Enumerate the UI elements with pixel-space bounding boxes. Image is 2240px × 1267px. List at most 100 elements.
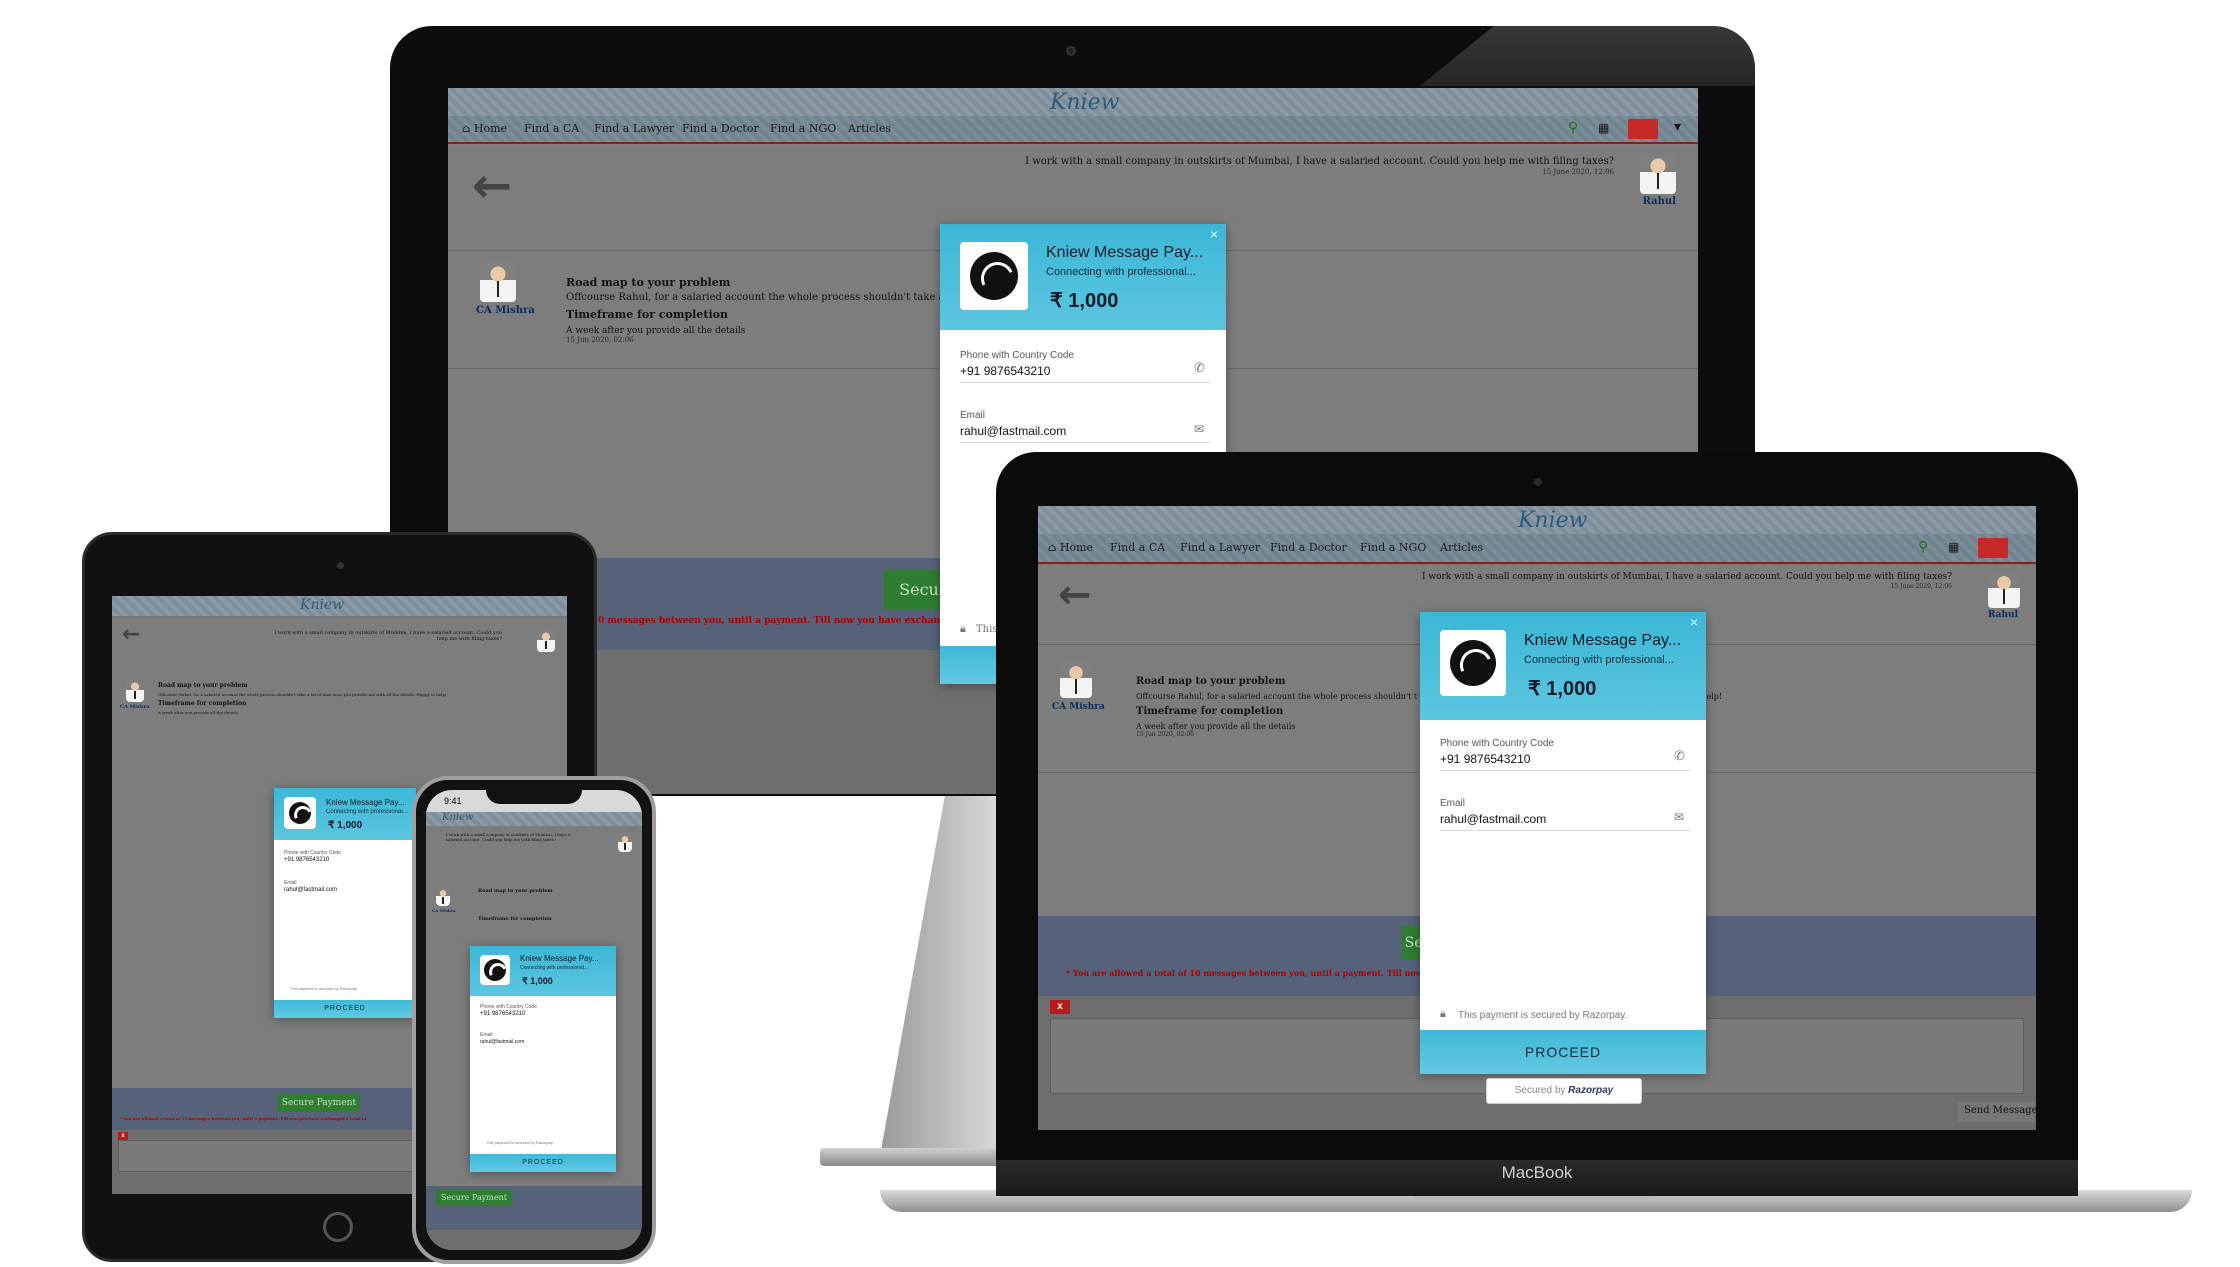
avatar-ca-mishra (126, 680, 144, 702)
responder-name[interactable]: CA Mishra (1052, 702, 1105, 712)
merchant-name: Kniew Message Pay... (1524, 632, 1682, 649)
kniew-mark-icon (484, 959, 506, 981)
secured-by-razorpay-badge: Secured by Razorpay (1486, 1078, 1642, 1104)
message-limit-warning: * You are allowed a total of 10 messages… (1066, 968, 1436, 978)
site-logo[interactable]: Kniew (442, 812, 474, 823)
answer-title: Road map to your problem (566, 276, 731, 289)
nav-find-ca[interactable]: Find a CA (1110, 541, 1165, 554)
calendar-icon[interactable]: ▦ (1598, 121, 1609, 135)
responder-name[interactable]: CA Mishra (120, 704, 149, 710)
secured-note: This payment is secured by Razorpay. (1458, 1010, 1628, 1021)
merchant-name: Kniew Message Pay... (326, 798, 405, 807)
question-text: I work with a small company in outskirts… (274, 630, 502, 642)
payment-amount: ₹ 1,000 (1528, 678, 1597, 700)
nav-find-lawyer[interactable]: Find a Lawyer (594, 122, 674, 135)
proceed-button-fragment[interactable] (940, 646, 1000, 684)
email-field[interactable]: rahul@fastmail.com (284, 887, 337, 893)
search-icon[interactable]: ⚲ (1568, 120, 1578, 136)
merchant-logo (284, 797, 316, 829)
ipad-home-button (323, 1212, 353, 1242)
back-arrow-icon[interactable]: ← (472, 158, 512, 214)
calendar-icon[interactable]: ▦ (1948, 540, 1959, 554)
phone-time: 9:41 (444, 796, 462, 806)
proceed-button[interactable]: PROCEED (1420, 1030, 1706, 1074)
email-label: Email (480, 1032, 493, 1038)
nav-find-lawyer[interactable]: Find a Lawyer (1180, 541, 1260, 554)
nav-home-label: Home (1059, 541, 1094, 554)
navbar: ⌂ Home Find a CA Find a Lawyer Find a Do… (1038, 534, 2036, 564)
phone-field[interactable]: +91 9876543210 (1440, 752, 1530, 766)
proceed-button[interactable]: PROCEED (470, 1154, 616, 1172)
lock-icon: 🔒︎ (1440, 1008, 1446, 1020)
answer-time: 15 Jun 2020, 02:06 (566, 336, 634, 344)
phone-field[interactable]: +91 9876543210 (960, 364, 1050, 378)
nav-find-ca[interactable]: Find a CA (524, 122, 579, 135)
payment-bar: Secure Payment (426, 1186, 642, 1230)
responder-name[interactable]: CA Mishra (476, 305, 535, 316)
nav-find-doctor[interactable]: Find a Doctor (1270, 541, 1347, 554)
close-icon[interactable]: × (1690, 614, 1698, 630)
notification-icon[interactable] (1628, 119, 1658, 139)
nav-home[interactable]: ⌂ Home (1048, 541, 1093, 554)
nav-home[interactable]: ⌂ Home (462, 122, 507, 135)
nav-find-ngo[interactable]: Find a NGO (770, 122, 836, 135)
search-icon[interactable]: ⚲ (1918, 539, 1928, 555)
timeframe-title: Timeframe for completion (478, 916, 552, 922)
timeframe-body: A week after you provide all the details (566, 326, 746, 336)
asker-name[interactable]: Rahul (1988, 610, 2018, 620)
razorpay-modal: Kniew Message Pay... Connecting with pro… (274, 788, 416, 1018)
secured-note: This payment is secured by Razorpay. (290, 986, 358, 991)
avatar-ca-mishra (480, 262, 516, 302)
avatar-rahul (618, 834, 632, 852)
phone-field[interactable]: +91 9876543210 (284, 857, 329, 863)
imac-camera (1066, 46, 1076, 56)
email-underline (1440, 830, 1690, 831)
phone-icon: ✆ (1674, 748, 1685, 763)
phone-underline (1440, 770, 1690, 771)
send-message-button[interactable]: Send Message (1958, 1102, 2036, 1122)
nav-find-ngo[interactable]: Find a NGO (1360, 541, 1426, 554)
proceed-button[interactable]: PROCEED (274, 1000, 416, 1018)
phone-label: Phone with Country Code (480, 1004, 537, 1010)
responder-name[interactable]: CA Mishra (432, 908, 456, 913)
kniew-mark-icon (1450, 640, 1496, 686)
nav-home-label: Home (473, 122, 508, 135)
nav-articles[interactable]: Articles (1440, 541, 1483, 554)
lock-icon: 🔒︎ (960, 622, 966, 635)
merchant-subtitle: Connecting with professional... (520, 965, 589, 971)
secured-note: This (976, 624, 998, 635)
secure-payment-button[interactable]: Secure Payment (278, 1094, 360, 1112)
nav-articles[interactable]: Articles (848, 122, 891, 135)
merchant-subtitle: Connecting with professional... (1524, 654, 1674, 666)
close-icon[interactable]: × (1210, 226, 1218, 242)
site-logo[interactable]: Kniew (1518, 508, 1588, 533)
close-icon[interactable]: x (118, 1132, 128, 1140)
macbook-camera (1534, 478, 1542, 486)
email-field[interactable]: rahul@fastmail.com (480, 1039, 524, 1045)
badge-prefix: Secured by (1514, 1085, 1566, 1096)
phone-underline (960, 382, 1210, 383)
site-logo[interactable]: Kniew (300, 597, 344, 613)
question-text: I work with a small company in outskirts… (1421, 572, 1952, 582)
secured-note: This payment is secured by Razorpay. (486, 1140, 554, 1145)
notification-icon[interactable] (1978, 538, 2008, 558)
close-icon[interactable]: x (1050, 1000, 1070, 1014)
site-logo[interactable]: Kniew (1050, 90, 1120, 115)
razorpay-modal: Kniew Message Pay... Connecting with pro… (470, 946, 616, 1172)
phone-notch (486, 788, 582, 804)
secure-payment-button[interactable]: Secure Payment (436, 1190, 512, 1206)
phone-field[interactable]: +91 9876543210 (480, 1011, 525, 1017)
merchant-logo (1440, 630, 1506, 696)
back-arrow-icon[interactable]: ← (122, 622, 140, 647)
profile-icon[interactable]: ▾ (1674, 119, 1681, 135)
razorpay-header: Kniew Message Pay... Connecting with pro… (1420, 612, 1706, 720)
email-field[interactable]: rahul@fastmail.com (1440, 812, 1546, 826)
email-field[interactable]: rahul@fastmail.com (960, 424, 1066, 438)
timeframe-title: Timeframe for completion (1136, 706, 1284, 717)
timeframe-title: Timeframe for completion (158, 700, 247, 707)
nav-find-doctor[interactable]: Find a Doctor (682, 122, 759, 135)
back-arrow-icon[interactable]: ← (1058, 572, 1092, 618)
asker-name[interactable]: Rahul (1643, 196, 1676, 207)
question-time: 15 June 2020, 12:06 (1542, 168, 1614, 176)
answer-title: Road map to your problem (478, 888, 553, 894)
